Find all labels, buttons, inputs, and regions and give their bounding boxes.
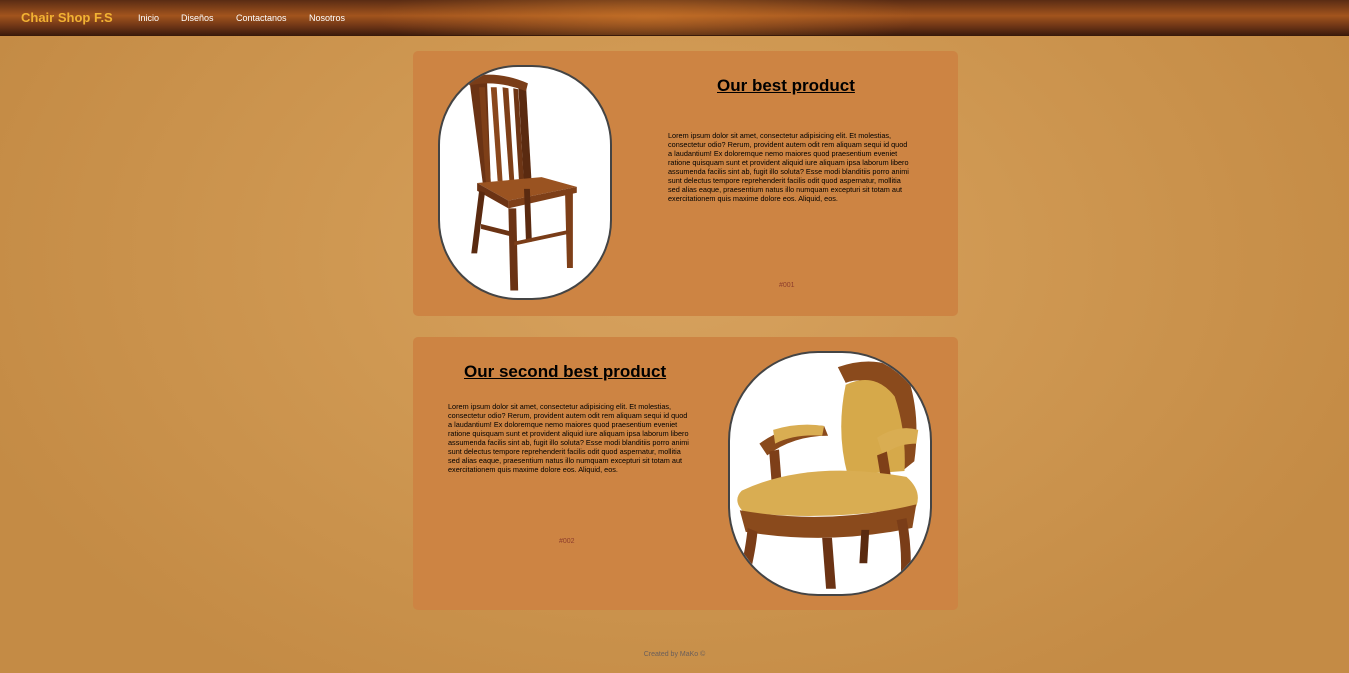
footer-credit: Created by MaKo ©: [643, 651, 706, 658]
product-description: Lorem ipsum dolor sit amet, consectetur …: [448, 402, 689, 474]
navbar: Chair Shop F.S Inicio Diseños Contactano…: [0, 0, 1349, 35]
product-code: #001: [779, 282, 795, 289]
brand-logo-link[interactable]: Chair Shop F.S: [21, 10, 113, 25]
nav-link-inicio[interactable]: Inicio: [138, 13, 159, 23]
wooden-chair-icon: [467, 74, 577, 291]
product-image: [728, 351, 932, 596]
product-card: Our second best product Lorem ipsum dolo…: [413, 337, 958, 610]
product-card: Our best product Lorem ipsum dolor sit a…: [413, 51, 958, 316]
nav-link-nosotros[interactable]: Nosotros: [309, 13, 345, 23]
armchair-icon: [737, 361, 919, 589]
product-code: #002: [559, 538, 575, 545]
product-description: Lorem ipsum dolor sit amet, consectetur …: [668, 131, 909, 203]
product-title: Our best product: [717, 76, 855, 95]
product-image: [438, 65, 612, 300]
product-title: Our second best product: [464, 362, 667, 381]
nav-link-contactanos[interactable]: Contactanos: [236, 13, 287, 23]
nav-link-disenos[interactable]: Diseños: [181, 13, 214, 23]
